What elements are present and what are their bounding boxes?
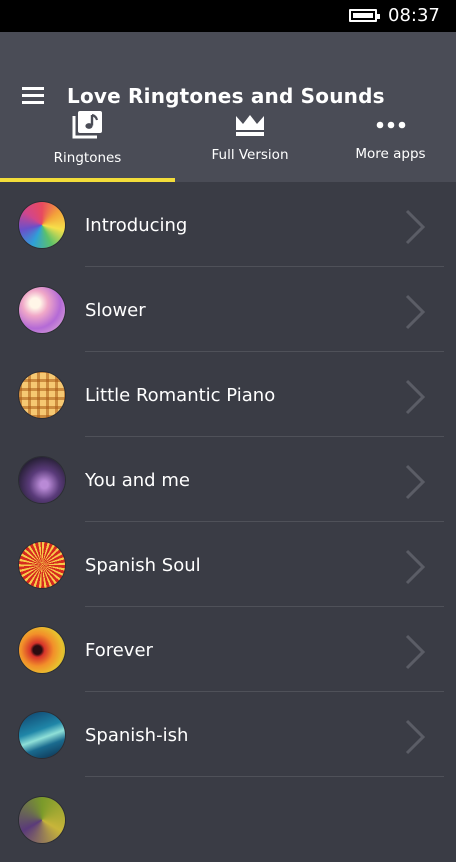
ringtone-title: Spanish Soul bbox=[85, 555, 201, 576]
ringtone-title: Little Romantic Piano bbox=[85, 385, 276, 406]
battery-icon bbox=[349, 9, 380, 22]
ringtone-title: Spanish-ish bbox=[85, 725, 189, 746]
ringtone-thumbnail bbox=[19, 797, 65, 843]
ringtone-thumbnail bbox=[19, 202, 65, 248]
music-library-icon bbox=[72, 111, 102, 139]
list-item[interactable]: Spanish-ish bbox=[0, 692, 456, 777]
ringtone-title: Slower bbox=[85, 300, 146, 321]
ringtone-thumbnail bbox=[19, 457, 65, 503]
chevron-right-icon bbox=[405, 379, 426, 415]
tab-more-apps-label: More apps bbox=[355, 146, 426, 162]
hamburger-menu-icon[interactable] bbox=[22, 87, 46, 105]
chevron-right-icon bbox=[405, 294, 426, 330]
status-time: 08:37 bbox=[388, 5, 440, 26]
ringtone-title: Forever bbox=[85, 640, 153, 661]
more-dots-icon bbox=[376, 121, 405, 129]
tab-ringtones-label: Ringtones bbox=[53, 150, 122, 166]
tab-full-version-label: Full Version bbox=[211, 147, 289, 163]
status-bar: 08:37 bbox=[0, 0, 456, 32]
ringtone-title: Introducing bbox=[85, 215, 188, 236]
list-item[interactable]: Introducing bbox=[0, 182, 456, 267]
crown-icon bbox=[236, 115, 264, 136]
ringtone-thumbnail bbox=[19, 542, 65, 588]
ringtone-thumbnail bbox=[19, 712, 65, 758]
list-item[interactable] bbox=[0, 777, 456, 862]
tab-ringtones[interactable]: Ringtones bbox=[0, 110, 175, 182]
ringtone-thumbnail bbox=[19, 372, 65, 418]
ringtone-title: You and me bbox=[85, 470, 190, 491]
list-item[interactable]: You and me bbox=[0, 437, 456, 522]
chevron-right-icon bbox=[405, 549, 426, 585]
chevron-right-icon bbox=[405, 634, 426, 670]
tab-more-apps[interactable]: More apps bbox=[325, 110, 456, 182]
ringtone-thumbnail bbox=[19, 627, 65, 673]
tab-full-version[interactable]: Full Version bbox=[175, 110, 325, 182]
app-title: Love Ringtones and Sounds bbox=[67, 84, 385, 108]
list-item[interactable]: Slower bbox=[0, 267, 456, 352]
ringtone-thumbnail bbox=[19, 287, 65, 333]
chevron-right-icon bbox=[405, 464, 426, 500]
chevron-right-icon bbox=[405, 719, 426, 755]
list-item[interactable]: Spanish Soul bbox=[0, 522, 456, 607]
list-item[interactable]: Little Romantic Piano bbox=[0, 352, 456, 437]
chevron-right-icon bbox=[405, 209, 426, 245]
list-item[interactable]: Forever bbox=[0, 607, 456, 692]
